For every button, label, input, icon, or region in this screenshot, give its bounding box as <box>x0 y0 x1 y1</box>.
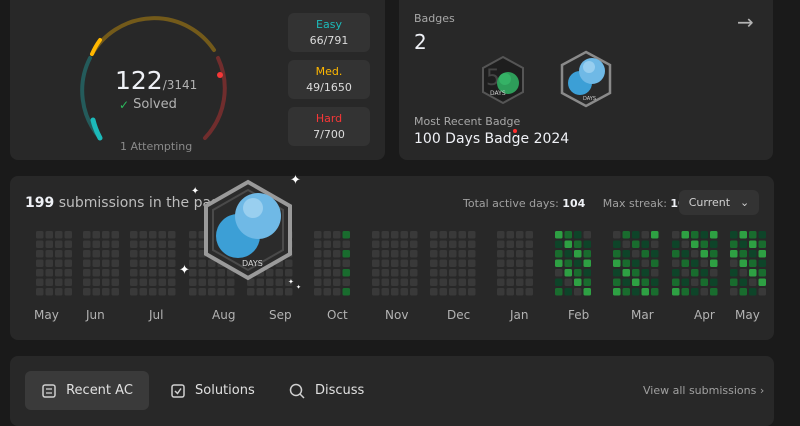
svg-text:DAYS: DAYS <box>583 96 596 102</box>
hard-value: 7/700 <box>313 128 345 141</box>
badge-50-days-icon[interactable]: 5 DAYS <box>478 55 528 105</box>
discuss-icon <box>289 383 305 399</box>
solved-total: /3141 <box>162 78 198 92</box>
month-label: Jul <box>149 308 164 322</box>
easy-stat[interactable]: Easy 66/791 <box>288 13 370 52</box>
medium-stat[interactable]: Med. 49/1650 <box>288 60 370 99</box>
chevron-right-icon: › <box>759 384 765 397</box>
hard-label: Hard <box>315 112 343 125</box>
month-label: May <box>34 308 59 322</box>
badges-title: Badges <box>414 12 455 25</box>
most-recent-badge-name: 100 Days Badge 2024 <box>414 131 570 147</box>
tab-discuss-label: Discuss <box>315 383 365 398</box>
list-icon <box>42 383 56 398</box>
month-label: Jan <box>510 308 529 322</box>
notification-dot <box>513 129 517 133</box>
month-label: Oct <box>327 308 348 322</box>
submissions-heading: 199 submissions in the past <box>25 195 224 211</box>
month-label: Jun <box>86 308 105 322</box>
medium-value: 49/1650 <box>306 81 352 94</box>
svg-text:DAYS: DAYS <box>490 90 506 97</box>
submissions-count: 199 <box>25 195 55 211</box>
view-all-submissions-link[interactable]: View all submissions › <box>643 384 764 397</box>
badge-100-days-icon[interactable]: DAYS <box>556 49 616 109</box>
tab-discuss[interactable]: Discuss <box>288 371 364 410</box>
sparkle-icon: ✦ <box>191 186 200 197</box>
month-label: Nov <box>385 308 409 322</box>
month-label: Aug <box>212 308 236 322</box>
easy-label: Easy <box>316 18 342 31</box>
check-icon: ✓ <box>119 97 130 112</box>
check-square-icon <box>171 383 185 398</box>
chevron-down-icon: ⌄ <box>740 196 750 209</box>
month-label: Mar <box>631 308 654 322</box>
attempting-count: 1 Attempting <box>120 140 193 153</box>
easy-value: 66/791 <box>309 34 349 47</box>
ring-hard-arc <box>203 56 227 140</box>
max-streak-label: Max streak: <box>602 197 667 210</box>
most-recent-badge-label: Most Recent Badge <box>414 115 521 128</box>
month-label: Sep <box>269 308 292 322</box>
medium-label: Med. <box>315 65 343 78</box>
year-selector-dropdown[interactable]: Current ⌄ <box>679 190 759 215</box>
svg-text:DAYS: DAYS <box>242 259 263 268</box>
solved-count: 122/3141 <box>115 66 198 95</box>
month-label: Dec <box>447 308 471 322</box>
hard-stat[interactable]: Hard 7/700 <box>288 107 370 146</box>
calendar-stats: Total active days: 104 Max streak: 101 <box>463 197 693 210</box>
month-label: May <box>735 308 760 322</box>
ring-medium-arc <box>90 16 216 56</box>
tab-solutions[interactable]: Solutions <box>170 371 255 410</box>
badges-count: 2 <box>414 30 427 54</box>
arrow-right-icon[interactable]: → <box>737 10 754 34</box>
sparkle-icon: ✦ <box>288 278 294 286</box>
active-days-label: Total active days: <box>463 197 559 210</box>
month-label: Feb <box>568 308 590 322</box>
month-label: Apr <box>694 308 715 322</box>
featured-100-days-badge: DAYS <box>204 179 292 281</box>
tab-recent-ac[interactable]: Recent AC <box>25 371 149 410</box>
tab-recent-ac-label: Recent AC <box>66 383 133 398</box>
sparkle-icon: ✦ <box>179 263 190 278</box>
sparkle-icon: ✦ <box>296 284 302 291</box>
sparkle-icon: ✦ <box>290 173 301 188</box>
solved-label: ✓ Solved <box>119 97 177 112</box>
active-days-value: 104 <box>562 197 586 210</box>
tab-solutions-label: Solutions <box>195 383 255 398</box>
